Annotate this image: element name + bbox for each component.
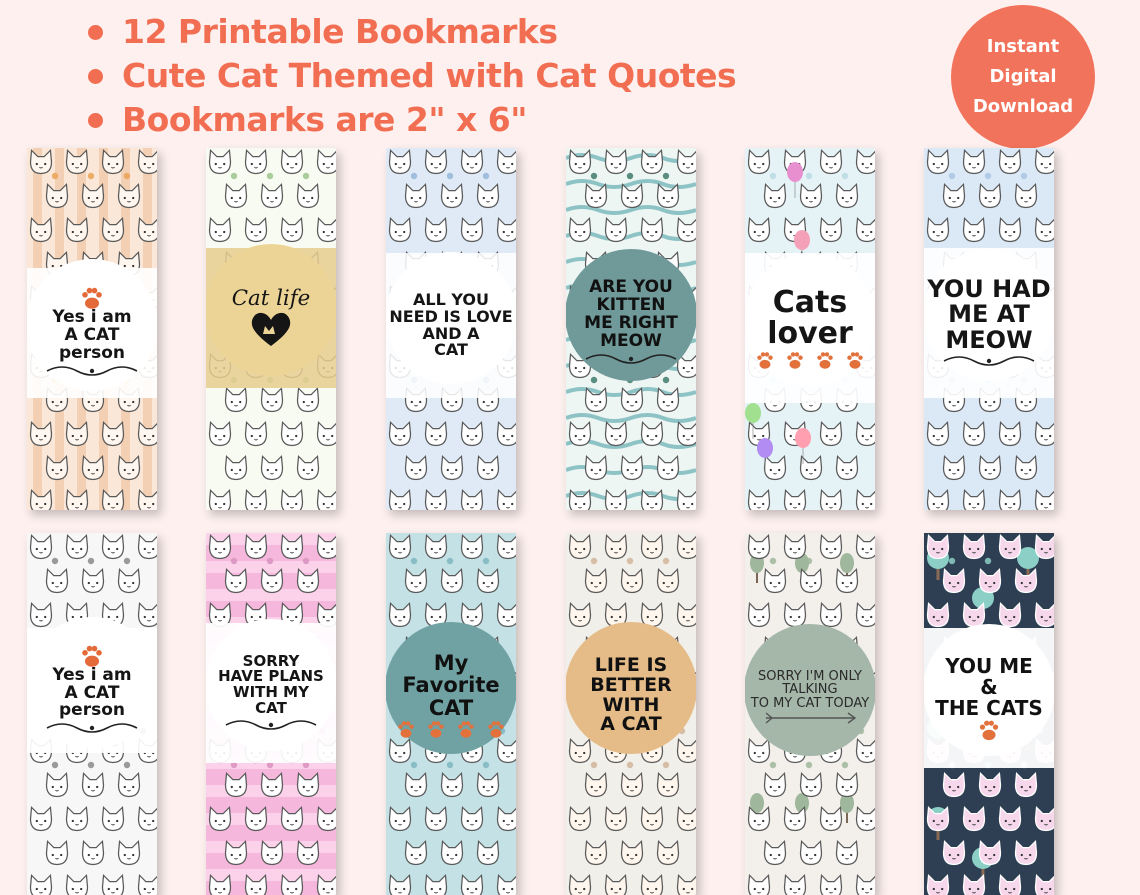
bookmark-card: Yes i am A CAT person (27, 148, 157, 510)
bullet-icon (88, 113, 103, 128)
flourish-divider-icon (225, 719, 317, 730)
paw-icon (458, 720, 474, 738)
bookmark-quote: YOU ME & THE CATS (935, 653, 1043, 720)
balloon-icon (795, 428, 811, 448)
heart-cat-icon (251, 313, 291, 347)
arrow-divider-icon (765, 712, 857, 725)
bookmark-card: ARE YOU KITTEN ME RIGHT MEOW (566, 148, 696, 510)
paw-icon (82, 645, 102, 667)
bookmark-quote: Cats lover (767, 284, 853, 351)
paw-icon (82, 288, 102, 310)
bookmark-card: Yes i am A CAT person (27, 533, 157, 895)
bullet-icon (88, 69, 103, 84)
balloon-icon (745, 403, 761, 423)
feature-item: Cute Cat Themed with Cat Quotes (88, 54, 737, 98)
paw-icon (757, 351, 773, 369)
bookmark-card: YOU HAD ME AT MEOW (924, 148, 1054, 510)
bookmark-card: SORRY I'M ONLY TALKING TO MY CAT TODAY (745, 533, 875, 895)
bookmark-quote: YOU HAD ME AT MEOW (927, 275, 1051, 354)
flourish-divider-icon (46, 365, 138, 376)
paw-row-icon (398, 720, 504, 738)
badge-line: Download (972, 96, 1074, 117)
bookmark-card: LIFE IS BETTER WITH A CAT (566, 533, 696, 895)
flourish-divider-icon (943, 355, 1035, 366)
bookmark-card: My Favorite CAT (386, 533, 516, 895)
quote-band: ALL YOU NEED IS LOVE AND A CAT (386, 251, 516, 398)
feature-item: 12 Printable Bookmarks (88, 10, 736, 54)
balloon-icon (787, 162, 803, 182)
paw-icon (847, 351, 863, 369)
bookmark-quote: ARE YOU KITTEN ME RIGHT MEOW (584, 277, 678, 351)
feature-list: 12 Printable Bookmarks Cute Cat Themed w… (88, 10, 737, 142)
paw-row-icon (757, 351, 863, 369)
bookmark-quote: My Favorite CAT (402, 651, 500, 720)
quote-band: Cat life (206, 244, 336, 388)
flourish-divider-icon (585, 353, 677, 364)
paw-icon (488, 720, 504, 738)
bookmark-quote: SORRY HAVE PLANS WITH MY CAT (218, 651, 324, 717)
bullet-icon (88, 25, 103, 40)
quote-band: YOU ME & THE CATS (924, 624, 1054, 768)
bookmark-quote: Yes i am A CAT person (52, 307, 132, 363)
bookmark-card: Cats lover (745, 148, 875, 510)
bookmark-quote: Cat life (231, 285, 311, 311)
quote-band: SORRY HAVE PLANS WITH MY CAT (206, 619, 336, 763)
paw-icon (82, 288, 102, 310)
instant-download-badge: Instant Digital Download (951, 5, 1095, 149)
paw-icon (428, 720, 444, 738)
bookmark-quote: Yes i am A CAT person (52, 664, 132, 721)
quote-band: YOU HAD ME AT MEOW (924, 248, 1054, 398)
flourish-divider-icon (46, 723, 138, 734)
bookmark-card: YOU ME & THE CATS (924, 533, 1054, 895)
paw-icon (787, 351, 803, 369)
feature-text: Bookmarks are 2" x 6" (122, 100, 527, 139)
quote-band: My Favorite CAT (386, 621, 516, 768)
quote-band: LIFE IS BETTER WITH A CAT (566, 621, 696, 768)
bookmark-card: Cat life (206, 148, 336, 510)
feature-text: 12 Printable Bookmarks (122, 12, 558, 51)
paw-icon (82, 645, 102, 667)
paw-icon (398, 720, 414, 738)
paw-icon (979, 720, 999, 740)
bookmark-card: SORRY HAVE PLANS WITH MY CAT (206, 533, 336, 895)
feature-text: Cute Cat Themed with Cat Quotes (122, 56, 737, 95)
quote-band: Yes i am A CAT person (27, 616, 157, 753)
bookmark-quote: LIFE IS BETTER WITH A CAT (590, 653, 672, 736)
bookmark-quote: SORRY I'M ONLY TALKING TO MY CAT TODAY (750, 668, 870, 711)
paw-icon (979, 720, 999, 740)
feature-item: Bookmarks are 2" x 6" (88, 98, 736, 142)
balloon-icon (757, 438, 773, 458)
badge-line: Digital (989, 66, 1057, 87)
balloon-icon (794, 230, 810, 250)
quote-band: ARE YOU KITTEN ME RIGHT MEOW (566, 248, 696, 398)
quote-band: Yes i am A CAT person (27, 259, 157, 398)
badge-line: Instant (986, 36, 1060, 57)
bookmark-card: ALL YOU NEED IS LOVE AND A CAT (386, 148, 516, 510)
bookmark-quote: ALL YOU NEED IS LOVE AND A CAT (389, 289, 513, 360)
paw-icon (817, 351, 833, 369)
quote-band: SORRY I'M ONLY TALKING TO MY CAT TODAY (745, 624, 875, 768)
quote-band: Cats lover (745, 253, 875, 403)
